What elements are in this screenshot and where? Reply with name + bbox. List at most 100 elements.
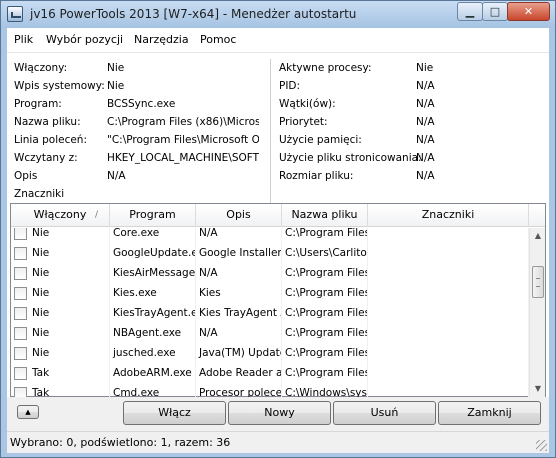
menu-plik[interactable]: Plik bbox=[14, 33, 33, 46]
table-scrollbar[interactable]: ▲ ▼ bbox=[529, 228, 545, 397]
description-cell: N/A bbox=[196, 228, 282, 243]
table-row[interactable]: Nie jusched.exe Java(TM) Update C:\Progr… bbox=[11, 343, 529, 363]
collapse-details-button[interactable]: ▲ bbox=[17, 405, 39, 419]
detail-value-linia-polecen: "C:\Program Files\Microsoft Offi bbox=[107, 134, 259, 146]
scroll-up-arrow-icon[interactable]: ▲ bbox=[530, 228, 546, 244]
detail-label-uzycie-pamieci: Użycie pamięci: bbox=[279, 134, 362, 146]
enabled-value: Nie bbox=[32, 247, 50, 259]
row-checkbox[interactable] bbox=[14, 287, 27, 300]
tags-cell bbox=[368, 323, 529, 343]
tags-cell bbox=[368, 363, 529, 383]
column-header-znaczniki[interactable]: Znaczniki bbox=[368, 204, 529, 227]
table-row[interactable]: Tak AdobeARM.exe Adobe Reader an C:\Prog… bbox=[11, 363, 529, 383]
autostart-table: Włączony / Program Opis Nazwa pliku Znac… bbox=[10, 203, 546, 397]
detail-label-uzycie-pliku-stronicowania: Użycie pliku stronicowania: bbox=[279, 152, 422, 164]
detail-value-nazwa-pliku: C:\Program Files (x86)\Microsof bbox=[107, 116, 259, 128]
filename-cell: C:\Program Files bbox=[282, 343, 368, 363]
table-row[interactable]: Nie Kies.exe Kies C:\Program Files bbox=[11, 283, 529, 303]
column-header-wlaczony[interactable]: Włączony / bbox=[11, 204, 110, 227]
row-checkbox[interactable] bbox=[14, 327, 27, 340]
tags-cell bbox=[368, 263, 529, 283]
table-body: Nie Core.exe N/A C:\Program Files\ Nie G… bbox=[11, 228, 529, 397]
details-panel: Włączony: Nie Wpis systemowy: Nie Progra… bbox=[7, 52, 549, 227]
app-logo-icon[interactable] bbox=[7, 6, 23, 22]
detail-value-uzycie-pamieci: N/A bbox=[416, 134, 435, 146]
tags-cell bbox=[368, 243, 529, 263]
enabled-cell: Nie bbox=[11, 323, 110, 343]
enabled-value: Tak bbox=[32, 387, 50, 397]
detail-label-rozmiar-pliku: Rozmiar pliku: bbox=[279, 170, 354, 182]
resize-grip-icon[interactable] bbox=[536, 440, 547, 451]
tags-cell bbox=[368, 343, 529, 363]
column-header-opis[interactable]: Opis bbox=[196, 204, 282, 227]
menu-pomoc[interactable]: Pomoc bbox=[200, 33, 236, 46]
table-row[interactable]: Nie KiesTrayAgent.exe Kies TrayAgent A C… bbox=[11, 303, 529, 323]
enabled-cell: Nie bbox=[11, 303, 110, 323]
scroll-down-arrow-icon[interactable]: ▼ bbox=[530, 381, 546, 397]
detail-label-program: Program: bbox=[14, 98, 62, 110]
table-row[interactable]: Tak Cmd.exe Procesor poleceń C:\Windows\… bbox=[11, 383, 529, 397]
detail-label-nazwa-pliku: Nazwa pliku: bbox=[14, 116, 81, 128]
description-cell: Adobe Reader an bbox=[196, 363, 282, 383]
table-row[interactable]: Nie NBAgent.exe N/A C:\Program Files\ bbox=[11, 323, 529, 343]
close-window-button[interactable]: ✕ bbox=[507, 2, 550, 21]
row-checkbox[interactable] bbox=[14, 307, 27, 320]
table-header: Włączony / Program Opis Nazwa pliku Znac… bbox=[11, 204, 545, 227]
menu-narzedzia[interactable]: Narzędzia bbox=[134, 33, 189, 46]
filename-cell: C:\Users\CarlitoN bbox=[282, 243, 368, 263]
detail-label-wlaczony: Włączony: bbox=[14, 62, 68, 74]
minimize-button[interactable]: ▁ bbox=[457, 2, 483, 21]
detail-value-wlaczony: Nie bbox=[107, 62, 125, 74]
column-header-program[interactable]: Program bbox=[110, 204, 196, 227]
scrollbar-thumb[interactable] bbox=[532, 266, 544, 298]
enabled-cell: Nie bbox=[11, 263, 110, 283]
description-cell: Java(TM) Update bbox=[196, 343, 282, 363]
row-checkbox[interactable] bbox=[14, 387, 27, 397]
detail-value-watki: N/A bbox=[416, 98, 435, 110]
menu-bar: Plik Wybór pozycji Narzędzia Pomoc bbox=[7, 28, 549, 52]
row-checkbox[interactable] bbox=[14, 228, 27, 240]
title-bar[interactable]: jv16 PowerTools 2013 [W7-x64] - Menedżer… bbox=[1, 1, 555, 28]
enabled-cell: Nie bbox=[11, 228, 110, 243]
sort-indicator-icon: / bbox=[95, 210, 99, 220]
menu-wybor-pozycji[interactable]: Wybór pozycji bbox=[46, 33, 123, 46]
enabled-cell: Nie bbox=[11, 283, 110, 303]
client-area: Plik Wybór pozycji Narzędzia Pomoc Włącz… bbox=[7, 28, 549, 453]
filename-cell: C:\Program Files bbox=[282, 363, 368, 383]
enabled-cell: Nie bbox=[11, 343, 110, 363]
enabled-value: Nie bbox=[32, 228, 50, 239]
detail-value-uzycie-pliku-stronicowania: N/A bbox=[416, 152, 435, 164]
enabled-value: Nie bbox=[32, 347, 50, 359]
details-divider bbox=[270, 59, 271, 219]
table-row[interactable]: Nie KiesAirMessage.exe N/A C:\Program Fi… bbox=[11, 263, 529, 283]
description-cell: N/A bbox=[196, 323, 282, 343]
tags-cell bbox=[368, 283, 529, 303]
detail-value-wczytany-z: HKEY_LOCAL_MACHINE\SOFTW bbox=[107, 152, 259, 164]
detail-label-aktywne-procesy: Aktywne procesy: bbox=[279, 62, 372, 74]
row-checkbox[interactable] bbox=[14, 247, 27, 260]
app-window: jv16 PowerTools 2013 [W7-x64] - Menedżer… bbox=[0, 0, 556, 458]
filename-cell: C:\Program Files bbox=[282, 303, 368, 323]
row-checkbox[interactable] bbox=[14, 267, 27, 280]
row-checkbox[interactable] bbox=[14, 347, 27, 360]
description-cell: Google Installer bbox=[196, 243, 282, 263]
detail-label-opis: Opis bbox=[14, 170, 38, 182]
column-header-nazwa-pliku[interactable]: Nazwa pliku bbox=[282, 204, 368, 227]
description-cell: N/A bbox=[196, 263, 282, 283]
detail-label-pid: PID: bbox=[279, 80, 301, 92]
close-button[interactable]: Zamknij bbox=[438, 401, 541, 425]
enable-button[interactable]: Włącz bbox=[123, 401, 226, 425]
program-cell: jusched.exe bbox=[110, 343, 196, 363]
table-row[interactable]: Nie Core.exe N/A C:\Program Files\ bbox=[11, 228, 529, 243]
maximize-button[interactable]: □ bbox=[482, 2, 508, 21]
filename-cell: C:\Windows\syst bbox=[282, 383, 368, 397]
remove-button[interactable]: Usuń bbox=[333, 401, 436, 425]
enabled-cell: Tak bbox=[11, 383, 110, 397]
detail-value-opis: N/A bbox=[107, 170, 126, 182]
table-row[interactable]: Nie GoogleUpdate.exe Google Installer C:… bbox=[11, 243, 529, 263]
filename-cell: C:\Program Files bbox=[282, 283, 368, 303]
row-checkbox[interactable] bbox=[14, 367, 27, 380]
tags-cell bbox=[368, 383, 529, 397]
new-button[interactable]: Nowy bbox=[228, 401, 331, 425]
column-header-label: Włączony bbox=[33, 208, 87, 221]
